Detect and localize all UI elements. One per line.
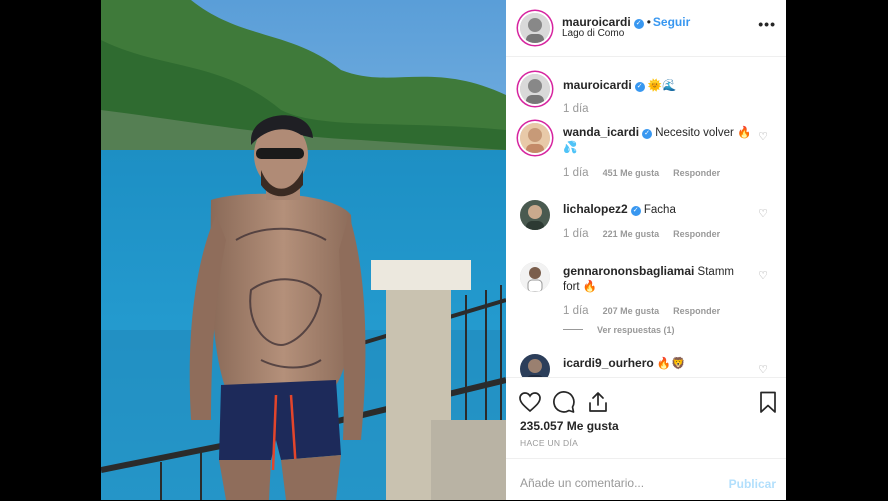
avatar[interactable]	[520, 123, 550, 153]
post-time[interactable]: HACE UN DÍA	[520, 438, 578, 448]
post-username[interactable]: mauroicardi	[562, 15, 631, 29]
share-icon[interactable]	[586, 390, 610, 414]
avatar[interactable]	[520, 354, 550, 377]
comment-icon[interactable]	[552, 390, 576, 414]
action-bar: 235.057 Me gusta HACE UN DÍA	[506, 377, 786, 458]
avatar[interactable]	[520, 74, 550, 104]
publish-button[interactable]: Publicar	[729, 477, 776, 491]
photo-image	[101, 0, 506, 500]
verified-icon: ✓	[630, 206, 641, 216]
comment-time[interactable]: 1 día	[563, 228, 589, 240]
verified-icon: ✓	[633, 19, 644, 29]
view-replies-label: Ver respuestas (1)	[597, 325, 675, 335]
follow-button[interactable]: Seguir	[653, 15, 690, 29]
comment-list[interactable]: mauroicardi ✓ 🌞🌊 1 día wanda_icardi ✓ Nece…	[506, 57, 786, 377]
comment-time[interactable]: 1 día	[563, 305, 589, 317]
comment-username[interactable]: lichalopez2	[563, 202, 628, 216]
location-link[interactable]: Lago di Como	[562, 28, 624, 39]
comment-time[interactable]: 1 día	[563, 167, 589, 179]
bookmark-icon[interactable]	[756, 390, 780, 414]
avatar[interactable]	[520, 200, 550, 230]
comment-text: Facha	[640, 204, 676, 216]
comment-username[interactable]: icardi9_ourhero	[563, 356, 654, 370]
reply-button[interactable]: Responder	[673, 168, 720, 178]
post-photo[interactable]	[101, 0, 506, 500]
comment-likes[interactable]: 451 Me gusta	[603, 168, 660, 178]
comment-username[interactable]: gennarononsbagliamai	[563, 264, 694, 278]
avatar[interactable]	[520, 262, 550, 292]
comment-text: 🌞🌊	[644, 80, 677, 92]
comment-username[interactable]: mauroicardi	[563, 78, 632, 92]
view-replies-button[interactable]: Ver respuestas (1)	[563, 325, 675, 335]
reply-button[interactable]: Responder	[673, 229, 720, 239]
post-header: mauroicardi ✓ • Seguir Lago di Como •••	[506, 0, 786, 57]
like-comment-icon[interactable]: ♡	[758, 269, 768, 282]
comment-text: 🔥🦁	[653, 358, 686, 370]
add-comment-bar: Añade un comentario... Publicar	[506, 458, 786, 501]
post-panel: mauroicardi ✓ • Seguir Lago di Como ••• mau…	[506, 0, 786, 500]
avatar[interactable]	[520, 13, 550, 43]
like-comment-icon[interactable]: ♡	[758, 207, 768, 220]
like-comment-icon[interactable]: ♡	[758, 130, 768, 143]
verified-icon: ✓	[642, 129, 653, 139]
comment-likes[interactable]: 207 Me gusta	[603, 306, 660, 316]
likes-count[interactable]: 235.057 Me gusta	[520, 419, 619, 433]
separator-dot: •	[646, 15, 651, 29]
heart-icon[interactable]	[518, 390, 542, 414]
like-comment-icon[interactable]: ♡	[758, 363, 768, 376]
more-options-icon[interactable]: •••	[758, 16, 776, 32]
replies-line	[563, 329, 583, 330]
backdrop	[786, 0, 888, 500]
verified-icon: ✓	[634, 82, 645, 92]
comment-input[interactable]: Añade un comentario...	[520, 476, 644, 490]
comment-time[interactable]: 1 día	[563, 103, 589, 115]
comment-likes[interactable]: 221 Me gusta	[603, 229, 660, 239]
comment-username[interactable]: wanda_icardi	[563, 125, 639, 139]
reply-button[interactable]: Responder	[673, 306, 720, 316]
